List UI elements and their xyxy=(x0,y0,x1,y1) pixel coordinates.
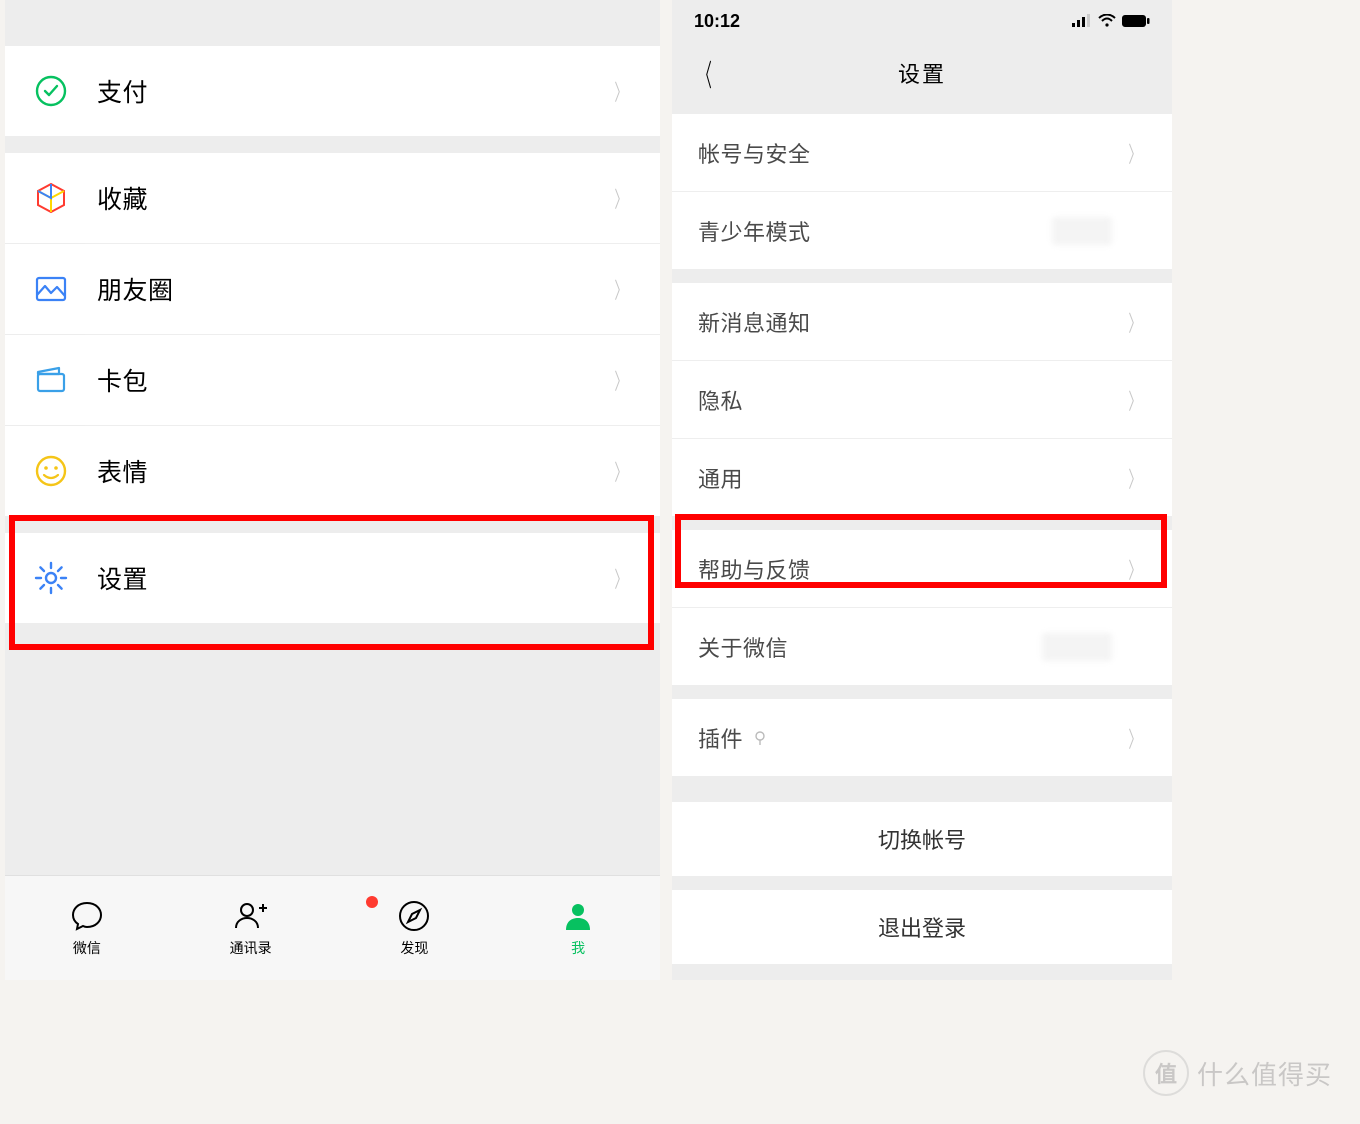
chevron-right-icon: 〉 xyxy=(1128,722,1141,754)
gallery-icon xyxy=(33,271,69,307)
notification-dot-icon xyxy=(366,896,378,908)
me-tab-screenshot: 支付 〉 收藏 〉 朋友圈 〉 卡包 〉 表情 〉 xyxy=(5,0,660,980)
item-favorites[interactable]: 收藏 〉 xyxy=(5,153,660,243)
row-plugins[interactable]: 插件 〉 xyxy=(672,699,1172,776)
blurred-value xyxy=(1052,217,1112,245)
item-label: 卡包 xyxy=(97,362,610,398)
tab-label: 发现 xyxy=(400,938,428,958)
chevron-right-icon: 〉 xyxy=(1128,462,1141,494)
tab-label: 通讯录 xyxy=(230,938,272,958)
tab-chats[interactable]: 微信 xyxy=(5,876,169,980)
pay-icon xyxy=(33,73,69,109)
row-label: 帮助与反馈 xyxy=(698,553,1124,585)
item-label: 朋友圈 xyxy=(97,271,610,307)
nav-title: 设置 xyxy=(672,57,1172,89)
tab-discover[interactable]: 发现 xyxy=(333,876,497,980)
row-notifications[interactable]: 新消息通知 〉 xyxy=(672,283,1172,360)
chevron-right-icon: 〉 xyxy=(614,562,627,594)
chevron-right-icon: 〉 xyxy=(1128,306,1141,338)
signal-icon xyxy=(1072,14,1092,28)
row-help-feedback[interactable]: 帮助与反馈 〉 xyxy=(672,530,1172,607)
item-stickers[interactable]: 表情 〉 xyxy=(5,426,660,516)
tab-me[interactable]: 我 xyxy=(496,876,660,980)
chevron-right-icon: 〉 xyxy=(614,182,627,214)
row-account-security[interactable]: 帐号与安全 〉 xyxy=(672,114,1172,191)
item-label: 设置 xyxy=(97,560,610,596)
cube-icon xyxy=(33,180,69,216)
wallet-icon xyxy=(33,362,69,398)
watermark: 值 什么值得买 xyxy=(1143,1050,1332,1096)
status-time: 10:12 xyxy=(694,11,740,32)
tab-label: 微信 xyxy=(73,938,101,958)
chevron-right-icon: 〉 xyxy=(614,273,627,305)
row-label: 插件 xyxy=(698,722,1124,754)
nav-bar: 〈 设置 xyxy=(672,42,1172,104)
item-label: 收藏 xyxy=(97,180,610,216)
chevron-right-icon: 〉 xyxy=(614,364,627,396)
gear-icon xyxy=(33,560,69,596)
row-label: 隐私 xyxy=(698,384,1124,416)
item-pay[interactable]: 支付 〉 xyxy=(5,46,660,136)
item-label: 支付 xyxy=(97,73,610,109)
chevron-right-icon: 〉 xyxy=(614,75,627,107)
settings-screenshot: 10:12 〈 设置 帐号与安全 〉 青少年模式 〉 新消息通知 〉 隐私 〉 … xyxy=(672,0,1172,980)
row-youth-mode[interactable]: 青少年模式 〉 xyxy=(672,192,1172,269)
chevron-right-icon: 〉 xyxy=(1128,137,1141,169)
row-label: 切换帐号 xyxy=(878,823,966,855)
chevron-right-icon: 〉 xyxy=(614,455,627,487)
watermark-text: 什么值得买 xyxy=(1197,1055,1332,1092)
row-logout[interactable]: 退出登录 xyxy=(672,890,1172,964)
row-about[interactable]: 关于微信 〉 xyxy=(672,608,1172,685)
item-label: 表情 xyxy=(97,453,610,489)
status-bar: 10:12 xyxy=(672,0,1172,42)
row-label: 帐号与安全 xyxy=(698,137,1124,169)
tab-contacts[interactable]: 通讯录 xyxy=(169,876,333,980)
smile-icon xyxy=(33,453,69,489)
watermark-badge-icon: 值 xyxy=(1143,1050,1189,1096)
tab-label: 我 xyxy=(571,938,585,958)
status-icons xyxy=(1072,14,1150,28)
row-label: 通用 xyxy=(698,462,1124,494)
tab-bar: 微信 通讯录 发现 我 xyxy=(5,875,660,980)
row-switch-account[interactable]: 切换帐号 xyxy=(672,802,1172,876)
chevron-right-icon: 〉 xyxy=(1128,553,1141,585)
item-moments[interactable]: 朋友圈 〉 xyxy=(5,244,660,334)
pin-icon xyxy=(751,729,769,747)
row-label: 退出登录 xyxy=(878,911,966,943)
wifi-icon xyxy=(1098,14,1116,28)
row-label: 关于微信 xyxy=(698,631,1042,663)
item-cards[interactable]: 卡包 〉 xyxy=(5,335,660,425)
row-label: 青少年模式 xyxy=(698,215,1052,247)
row-label: 新消息通知 xyxy=(698,306,1124,338)
battery-icon xyxy=(1122,14,1150,28)
chevron-right-icon: 〉 xyxy=(1128,384,1141,416)
row-general[interactable]: 通用 〉 xyxy=(672,439,1172,516)
blurred-value xyxy=(1042,633,1112,661)
item-settings[interactable]: 设置 〉 xyxy=(5,533,660,623)
row-privacy[interactable]: 隐私 〉 xyxy=(672,361,1172,438)
